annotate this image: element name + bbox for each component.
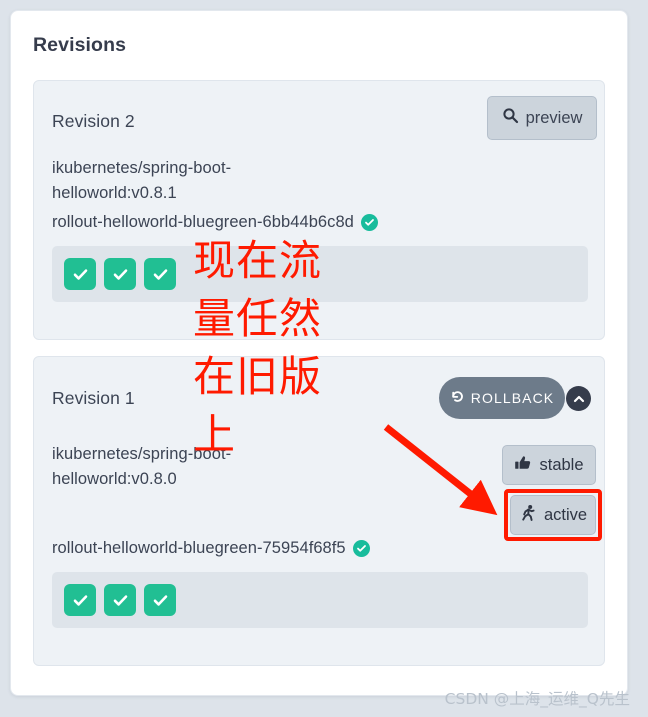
rollout-name: rollout-helloworld-bluegreen-75954f68f5 (52, 539, 346, 557)
revision-label: Revision 1 (52, 388, 135, 408)
pod-status-box[interactable] (64, 584, 96, 616)
revision-label: Revision 2 (52, 111, 135, 131)
status-badge-active[interactable]: active (510, 495, 596, 535)
status-badge-stable-label: stable (539, 455, 584, 474)
pods-container (52, 572, 588, 628)
chevron-up-icon[interactable] (566, 386, 591, 411)
check-circle-icon (360, 214, 378, 231)
search-icon (502, 107, 519, 129)
rollback-button-label: ROLLBACK (470, 390, 555, 406)
page-title: Revisions (33, 34, 127, 56)
running-person-icon (519, 504, 537, 527)
status-badge-stable[interactable]: stable (502, 445, 596, 485)
revisions-card: Revisions Revision 2 ikubernetes/spring-… (10, 10, 628, 696)
rollout-name-row: rollout-helloworld-bluegreen-75954f68f5 (52, 539, 370, 558)
rollback-button[interactable]: ROLLBACK (439, 377, 565, 419)
pod-status-box[interactable] (144, 258, 176, 290)
thumbs-up-icon (514, 454, 532, 477)
undo-icon (450, 389, 465, 407)
pod-status-box[interactable] (144, 584, 176, 616)
pod-status-box[interactable] (104, 258, 136, 290)
status-badge-active-label: active (543, 505, 588, 524)
pod-status-box[interactable] (64, 258, 96, 290)
preview-button[interactable]: preview (487, 96, 597, 140)
preview-button-label: preview (525, 108, 583, 127)
rollout-name: rollout-helloworld-bluegreen-6bb44b6c8d (52, 213, 354, 231)
pods-container (52, 246, 588, 302)
revision-image-tag: ikubernetes/spring-boot-helloworld:v0.8.… (52, 159, 232, 202)
pod-status-box[interactable] (104, 584, 136, 616)
rollout-name-row: rollout-helloworld-bluegreen-6bb44b6c8d (52, 213, 378, 232)
revision-image-tag: ikubernetes/spring-boot-helloworld:v0.8.… (52, 445, 232, 488)
check-circle-icon (352, 540, 370, 557)
watermark: CSDN @上海_运维_Q先生 (444, 690, 630, 708)
